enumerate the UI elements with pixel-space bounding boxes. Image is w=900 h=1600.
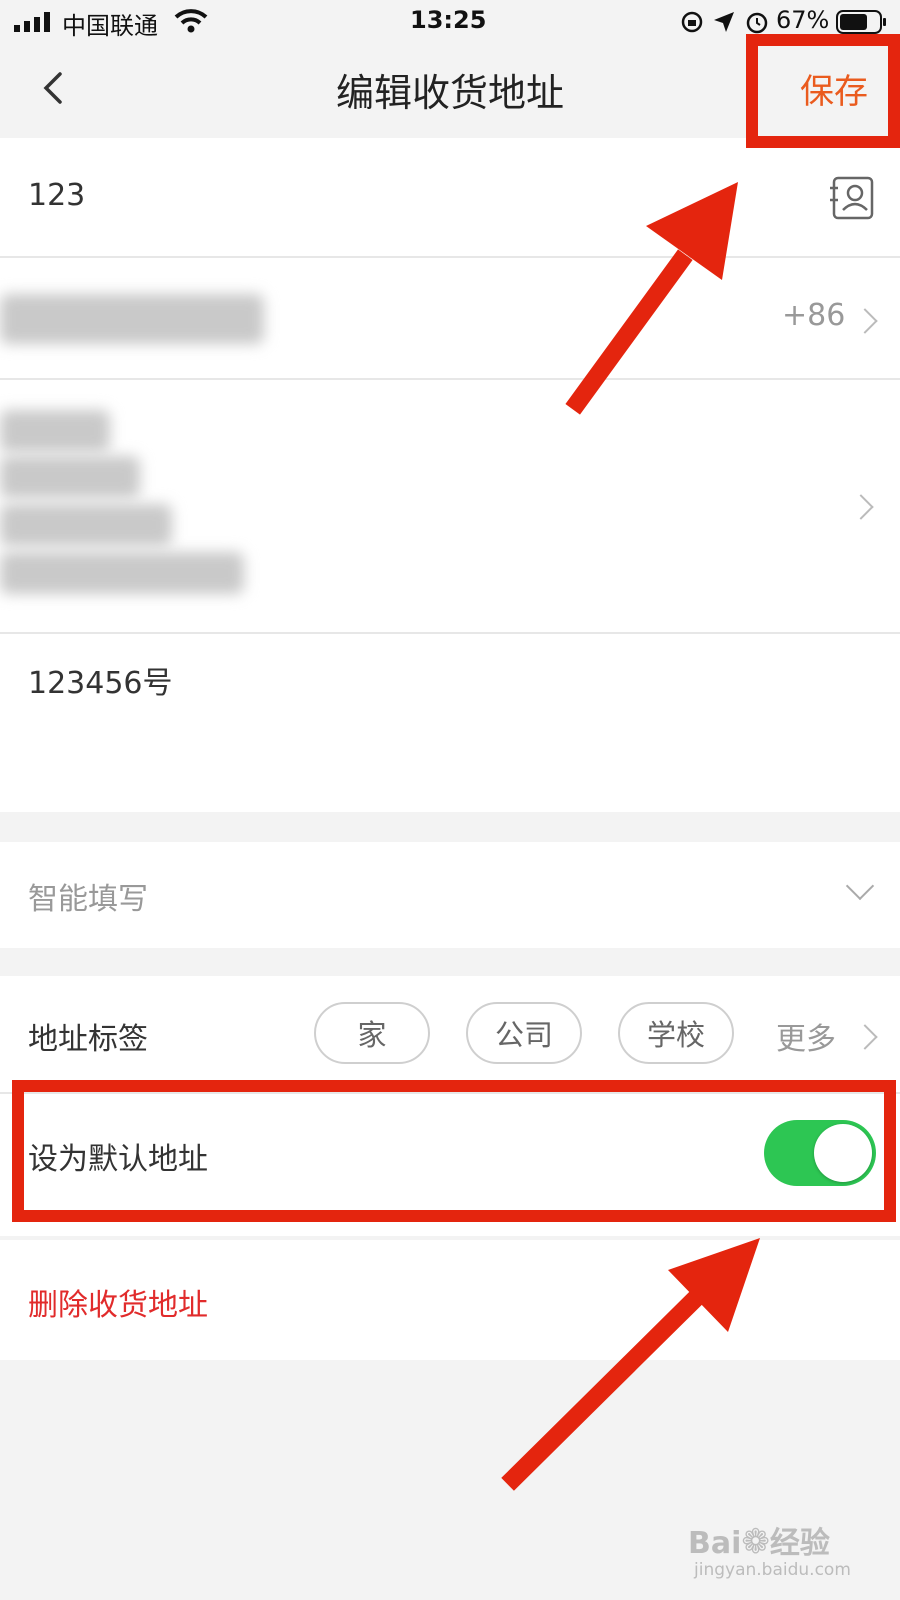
arrow-to-toggle-icon — [501, 1238, 760, 1491]
watermark-brand-cn: 经验 — [769, 1526, 830, 1561]
arrow-to-save-icon — [565, 182, 738, 415]
annotation-arrows — [501, 182, 760, 1491]
baidu-logo: Bai❁经验 — [688, 1522, 830, 1562]
watermark-brand: Bai — [688, 1526, 742, 1561]
watermark-url: jingyan.baidu.com — [694, 1560, 851, 1580]
